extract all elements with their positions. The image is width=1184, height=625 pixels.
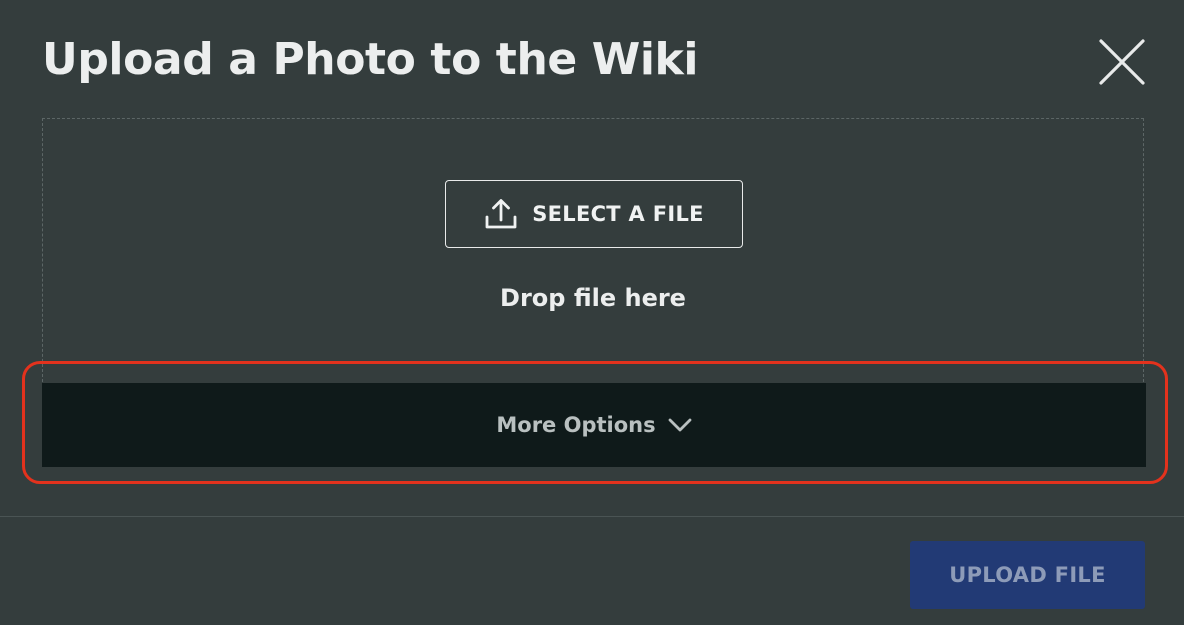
more-options-label: More Options: [496, 413, 656, 437]
footer-divider: [0, 516, 1184, 517]
file-drop-zone[interactable]: [42, 118, 1144, 382]
close-button[interactable]: [1098, 38, 1146, 86]
upload-file-button[interactable]: UPLOAD FILE: [910, 541, 1145, 609]
drop-file-hint: Drop file here: [500, 284, 686, 312]
dialog-title: Upload a Photo to the Wiki: [42, 34, 699, 85]
chevron-down-icon: [668, 417, 692, 433]
close-icon: [1099, 39, 1145, 85]
upload-photo-dialog: Upload a Photo to the Wiki SELECT A FILE…: [0, 0, 1184, 625]
more-options-toggle[interactable]: More Options: [42, 383, 1146, 467]
select-file-label: SELECT A FILE: [532, 202, 704, 226]
upload-icon: [484, 197, 518, 231]
select-file-button[interactable]: SELECT A FILE: [445, 180, 743, 248]
